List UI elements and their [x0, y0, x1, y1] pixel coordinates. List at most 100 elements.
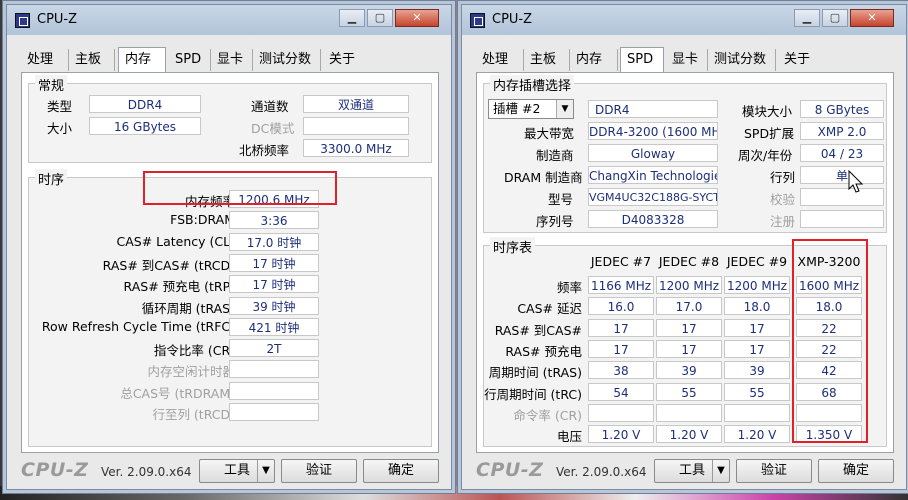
tools-label: 工具: [678, 463, 705, 478]
rank-label: 行列: [770, 170, 796, 185]
table-cell: 16.0: [588, 297, 654, 316]
table-cell: 1200 MHz: [724, 276, 790, 294]
group-label: 时序表: [490, 237, 536, 256]
checksum-label: 校验: [770, 192, 796, 207]
title-bar[interactable]: CPU-Z ▁ ▢ ✕: [462, 5, 906, 35]
table-cell: 17: [588, 339, 654, 358]
tab-about[interactable]: 关于: [778, 49, 822, 71]
serial-value: D4083328: [588, 210, 718, 228]
dropdown-arrow-icon[interactable]: ▼: [556, 100, 573, 118]
minimize-icon[interactable]: ▁: [339, 9, 365, 27]
mouse-cursor-icon: [848, 170, 864, 193]
timing-row-value: 17 时钟: [229, 253, 319, 272]
maximize-icon[interactable]: ▢: [822, 9, 848, 27]
tab-cpu[interactable]: 处理器: [476, 49, 524, 89]
module-size-value: 8 GBytes: [800, 100, 884, 118]
timing-row-label: 总CAS号 (tRDRAM): [120, 385, 235, 401]
close-icon[interactable]: ✕: [850, 9, 894, 27]
dropdown-arrow-icon[interactable]: ▼: [257, 460, 274, 482]
table-row-label: 周期时间 (tRAS): [488, 365, 582, 381]
tab-bench[interactable]: 测试分数: [253, 49, 321, 71]
tab-about[interactable]: 关于: [323, 49, 367, 71]
close-icon[interactable]: ✕: [395, 9, 439, 27]
module-type-value: DDR4: [588, 100, 718, 118]
highlight-box: [143, 171, 337, 205]
table-row-label: CAS# 延迟: [517, 301, 582, 317]
tools-button[interactable]: 工具 ▼: [654, 459, 730, 483]
group-label: 常规: [35, 75, 68, 94]
week-year-label: 周次/年份: [738, 148, 793, 163]
table-cell: 39: [724, 361, 790, 380]
registered-label: 注册: [770, 214, 796, 229]
tab-cpu[interactable]: 处理器: [21, 49, 69, 89]
cpuz-logo: CPU-Z: [21, 459, 89, 481]
validate-button[interactable]: 验证: [736, 459, 812, 483]
general-group: 常规 类型 DDR4 大小 16 GBytes 通道数 双通道 DC模式 北桥频…: [28, 75, 432, 163]
table-row-label: RAS# 到CAS#: [494, 322, 582, 338]
max-bandwidth-label: 最大带宽: [524, 126, 575, 141]
dram-manufacturer-value: ChangXin Technologies: [588, 166, 718, 184]
type-label: 类型: [47, 99, 73, 114]
rank-value: 单: [800, 166, 884, 184]
timing-row-value: [229, 360, 319, 379]
table-cell: 17: [724, 339, 790, 358]
timing-row-value: 17 时钟: [229, 275, 319, 294]
maximize-icon[interactable]: ▢: [367, 9, 393, 27]
timing-row-value: [229, 381, 319, 400]
tab-memory[interactable]: 内存: [570, 49, 618, 71]
table-cell: 1.20 V: [656, 425, 722, 444]
footer: CPU-Z Ver. 2.09.0.x64 工具 ▼ 验证 确定: [462, 457, 906, 487]
timing-row-value: 2T: [229, 339, 319, 358]
table-cell: 55: [656, 382, 722, 401]
minimize-icon[interactable]: ▁: [794, 9, 820, 27]
table-cell: [724, 403, 790, 422]
size-label: 大小: [47, 121, 73, 136]
spd-ext-value: XMP 2.0: [800, 122, 884, 140]
cpuz-logo: CPU-Z: [476, 459, 544, 481]
table-cell: 1.20 V: [588, 425, 654, 444]
spd-ext-label: SPD扩展: [744, 126, 795, 141]
cpu-z-app-icon: [15, 13, 30, 28]
manufacturer-label: 制造商: [536, 148, 574, 163]
size-value: 16 GBytes: [89, 117, 201, 135]
timing-row-label: 行至列 (tRCD): [152, 407, 235, 422]
table-column-header: JEDEC #7: [590, 254, 652, 269]
tab-mainboard[interactable]: 主板: [524, 49, 570, 71]
timings-group: 时序 内存频率 1200.6 MHz FSB:DRAM 3:36 CAS# Latenc…: [28, 169, 432, 447]
memory-panel: 常规 类型 DDR4 大小 16 GBytes 通道数 双通道 DC模式 北桥频…: [21, 72, 439, 453]
slot-select-value: 插槽 #2: [493, 101, 541, 116]
table-cell: 17: [656, 318, 722, 337]
tab-memory[interactable]: 内存: [118, 47, 166, 72]
nb-freq-value: 3300.0 MHz: [303, 139, 409, 157]
table-cell: 1200 MHz: [656, 276, 722, 294]
table-cell: 18.0: [724, 297, 790, 316]
window-title: CPU-Z: [37, 12, 78, 27]
table-cell: 17.0: [656, 297, 722, 316]
week-year-value: 04 / 23: [800, 144, 884, 162]
tab-bench[interactable]: 测试分数: [708, 49, 776, 71]
tab-spd[interactable]: SPD: [169, 49, 211, 71]
tab-graphics[interactable]: 显卡: [211, 49, 253, 71]
channels-value: 双通道: [303, 95, 409, 113]
tab-mainboard[interactable]: 主板: [69, 49, 115, 71]
timing-row-value: 3:36: [229, 211, 319, 230]
timing-row-label: RAS# 预充电 (tRP): [123, 279, 235, 295]
group-label: 内存插槽选择: [490, 75, 575, 94]
table-cell: 1.20 V: [724, 425, 790, 444]
tools-button[interactable]: 工具 ▼: [199, 459, 275, 483]
slot-select[interactable]: 插槽 #2 ▼: [488, 99, 574, 119]
checksum-value: [800, 188, 884, 206]
highlight-box: [792, 239, 868, 443]
title-bar[interactable]: CPU-Z ▁ ▢ ✕: [7, 5, 451, 35]
tab-graphics[interactable]: 显卡: [666, 49, 708, 71]
tab-spd[interactable]: SPD: [620, 47, 664, 72]
ok-button[interactable]: 确定: [818, 459, 894, 483]
table-cell: [588, 403, 654, 422]
table-cell: 17: [724, 318, 790, 337]
table-column-header: JEDEC #8: [658, 254, 720, 269]
cpu-z-app-icon: [470, 13, 485, 28]
part-number-label: 型号: [548, 192, 574, 207]
dropdown-arrow-icon[interactable]: ▼: [712, 460, 729, 482]
validate-button[interactable]: 验证: [281, 459, 357, 483]
ok-button[interactable]: 确定: [363, 459, 439, 483]
